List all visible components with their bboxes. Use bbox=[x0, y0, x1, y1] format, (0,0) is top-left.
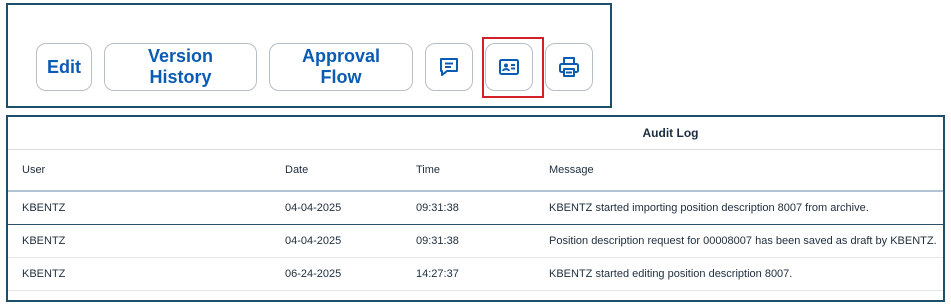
column-header-message: Message bbox=[535, 150, 943, 192]
cell-user: KBENTZ bbox=[22, 267, 66, 280]
print-button[interactable] bbox=[545, 43, 593, 91]
toolbar-panel: Edit Version History Approval Flow bbox=[6, 3, 612, 108]
print-icon bbox=[558, 56, 580, 78]
edit-button[interactable]: Edit bbox=[36, 43, 92, 91]
column-header-time: Time bbox=[402, 150, 535, 192]
profile-card-icon bbox=[498, 56, 520, 78]
profile-card-button[interactable] bbox=[485, 43, 533, 91]
comment-button[interactable] bbox=[425, 43, 473, 91]
cell-user: KBENTZ bbox=[22, 234, 66, 247]
cell-user: KBENTZ bbox=[8, 190, 271, 224]
cell-message: KBENTZ started editing position descript… bbox=[549, 267, 793, 280]
toolbar: Edit Version History Approval Flow bbox=[36, 43, 605, 91]
cell-time: 09:31:38 bbox=[402, 190, 535, 224]
cell-date: 06-24-2025 bbox=[285, 267, 342, 280]
cell-time: 14:27:37 bbox=[416, 267, 459, 280]
table-row[interactable]: KBENTZ 04-04-2025 09:31:38 KBENTZ starte… bbox=[8, 190, 943, 224]
version-history-button[interactable]: Version History bbox=[104, 43, 257, 91]
table-row[interactable]: KBENTZ 06-24-2025 14:27:37 KBENTZ starte… bbox=[8, 257, 943, 290]
column-header-user: User bbox=[8, 150, 271, 192]
cell-date: 04-04-2025 bbox=[285, 234, 342, 247]
cell-date: 04-04-2025 bbox=[271, 190, 402, 224]
audit-log-table: User Date Time Message KBENTZ 04-04-2025… bbox=[8, 150, 943, 291]
comment-icon bbox=[438, 56, 460, 78]
cell-message: KBENTZ started importing position descri… bbox=[535, 190, 943, 224]
cell-message: Position description request for 0000800… bbox=[549, 234, 937, 247]
audit-log-panel: Audit Log User Date Time Message KBENTZ … bbox=[6, 115, 945, 302]
audit-log-title: Audit Log bbox=[8, 117, 943, 150]
table-row[interactable]: KBENTZ 04-04-2025 09:31:38 Position desc… bbox=[8, 224, 943, 257]
approval-flow-button[interactable]: Approval Flow bbox=[269, 43, 413, 91]
cell-time: 09:31:38 bbox=[416, 234, 459, 247]
column-header-date: Date bbox=[271, 150, 402, 192]
table-header-row: User Date Time Message bbox=[8, 150, 943, 192]
